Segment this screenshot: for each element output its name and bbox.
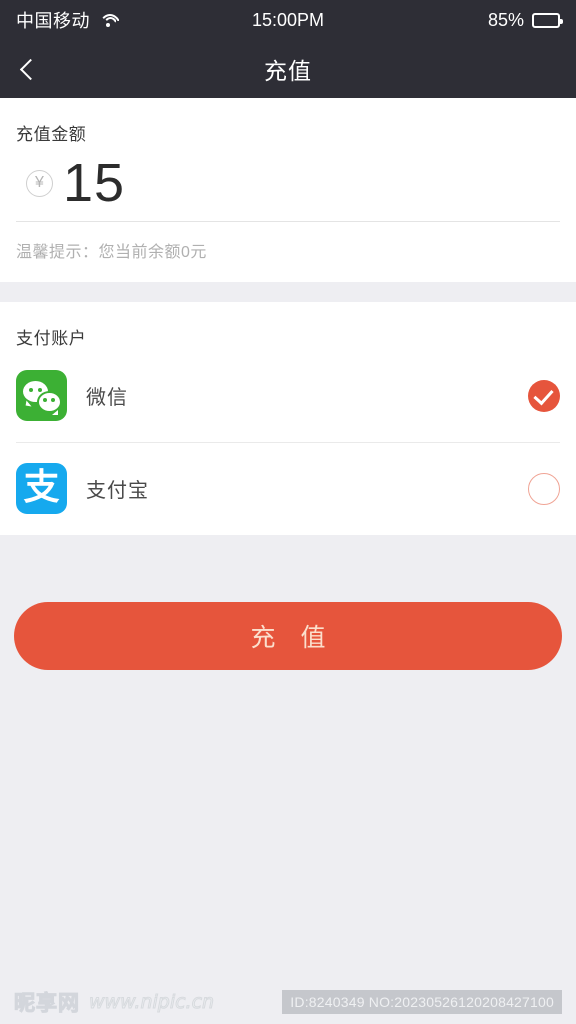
wechat-icon <box>16 370 67 421</box>
check-circle-icon[interactable] <box>528 379 560 412</box>
recharge-amount-card: 充值金额 ¥ 15 温馨提示：您当前余额0元 <box>0 98 576 282</box>
amount-row[interactable]: ¥ 15 <box>16 145 560 221</box>
back-button[interactable] <box>0 40 56 98</box>
alipay-icon: 支 <box>16 463 67 514</box>
watermark-logo: 昵享网 www.nipic.cn <box>14 987 215 1017</box>
carrier-label: 中国移动 <box>16 11 90 31</box>
amount-input-block: ¥ 15 <box>0 145 576 221</box>
page-title: 充值 <box>264 58 312 84</box>
nav-bar: 充值 <box>0 40 576 98</box>
recharge-submit-button[interactable]: 充 值 <box>14 602 562 670</box>
status-bar-left: 中国移动 <box>16 7 121 33</box>
wifi-icon <box>99 13 121 28</box>
battery-icon <box>532 12 563 28</box>
app-screen: 中国移动 15:00PM 85% 充值 充值金额 ¥ 15 温馨提示：您当前余额… <box>0 0 576 1024</box>
payment-method-alipay[interactable]: 支 支付宝 <box>16 442 560 535</box>
battery-percent-label: 85% <box>487 9 524 30</box>
balance-hint-text: 温馨提示：您当前余额0元 <box>16 244 207 261</box>
watermark-footer: 昵享网 www.nipic.cn ID:8240349 NO:202305261… <box>0 980 576 1024</box>
payment-method-name: 微信 <box>86 387 128 409</box>
watermark-url: www.nipic.cn <box>88 991 215 1014</box>
payment-method-name: 支付宝 <box>86 480 149 502</box>
status-bar: 中国移动 15:00PM 85% <box>0 0 576 40</box>
watermark-id-badge: ID:8240349 NO:20230526120208427100 <box>282 990 562 1014</box>
payment-method-wechat[interactable]: 微信 <box>16 349 560 442</box>
submit-area: 充 值 <box>0 535 576 670</box>
payment-method-list: 微信 支 支付宝 <box>0 349 576 535</box>
payment-account-card: 支付账户 微信 支 支付宝 <box>0 302 576 535</box>
amount-value[interactable]: 15 <box>63 156 125 210</box>
payment-account-label: 支付账户 <box>16 329 87 348</box>
alipay-glyph: 支 <box>23 466 60 508</box>
yuan-currency-icon: ¥ <box>26 169 53 197</box>
empty-circle-icon[interactable] <box>528 472 560 505</box>
status-bar-right: 85% <box>487 9 563 31</box>
section-separator <box>0 282 576 302</box>
chevron-left-icon <box>19 58 41 80</box>
watermark-brand: 昵享网 <box>14 991 80 1016</box>
recharge-amount-label: 充值金额 <box>16 125 87 144</box>
